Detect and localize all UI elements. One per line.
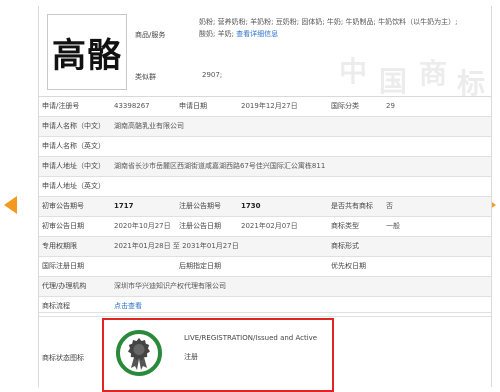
exclusive-period-label: 专用权期限	[42, 242, 77, 250]
reg-pub-no-label: 注册公告期号	[179, 202, 221, 210]
class-group-label: 类似群	[135, 73, 156, 81]
goods-label: 商品/服务	[135, 31, 166, 39]
row-applicant-en: 申请人名称（英文）	[39, 137, 491, 157]
award-seal-icon	[116, 330, 162, 376]
shared-value: 否	[386, 202, 393, 210]
status-highlight-box: LIVE/REGISTRATION/Issued and Active 注册	[102, 318, 334, 392]
row-intl-dates: 国际注册日期 后期指定日期 优先权日期	[39, 257, 491, 277]
applicant-cn-value: 湖南高骼乳业有限公司	[114, 122, 184, 130]
goods-line-2-text: 酸奶; 羊奶;	[199, 30, 237, 38]
pre-pub-date-value: 2020年10月27日	[114, 222, 171, 230]
later-date-label: 后期指定日期	[179, 262, 221, 270]
intl-reg-date-label: 国际注册日期	[42, 262, 84, 270]
prev-arrow-icon[interactable]	[4, 196, 17, 214]
watermark: 国	[379, 65, 408, 98]
reg-pub-date-value: 2021年02月07日	[241, 222, 298, 230]
trademark-header: 中 国 商 标 高骼 商品/服务 奶粉; 营养奶粉; 羊奶粉; 豆奶粉; 固体奶…	[39, 6, 491, 100]
applicant-cn-label: 申请人名称（中文）	[42, 122, 105, 130]
watermark: 中	[339, 55, 368, 88]
goods-line-2: 酸奶; 羊奶; 查看详细信息	[199, 28, 489, 40]
applicant-en-label: 申请人名称（英文）	[42, 142, 105, 150]
goods-detail-link[interactable]: 查看详细信息	[236, 30, 278, 38]
row-applicant-cn: 申请人名称（中文） 湖南高骼乳业有限公司	[39, 117, 491, 137]
reg-pub-date-label: 注册公告日期	[179, 222, 221, 230]
row-registration: 申请/注册号 43398267 申请日期 2019年12月27日 国际分类 29	[39, 97, 491, 117]
address-cn-label: 申请人地址（中文）	[42, 162, 105, 170]
watermark: 商	[419, 57, 448, 90]
reg-no-value: 43398267	[114, 102, 150, 110]
mark-form-label: 商标形式	[331, 242, 359, 250]
trademark-image: 高骼	[47, 14, 127, 90]
agency-value: 深圳市华兴迪知识产权代理有限公司	[114, 282, 226, 290]
app-date-value: 2019年12月27日	[241, 102, 298, 110]
status-text-en: LIVE/REGISTRATION/Issued and Active	[184, 334, 318, 342]
intl-class-value: 29	[386, 102, 395, 110]
mark-type-value: 一般	[386, 222, 400, 230]
reg-pub-no-value: 1730	[241, 202, 261, 210]
status-text-cn: 注册	[184, 353, 198, 361]
pre-pub-no-value: 1717	[114, 202, 134, 210]
address-cn-value: 湖南省长沙市岳麓区西湖街道咸嘉湖西路67号佳兴国际汇公寓栋811	[114, 162, 326, 170]
row-address-cn: 申请人地址（中文） 湖南省长沙市岳麓区西湖街道咸嘉湖西路67号佳兴国际汇公寓栋8…	[39, 157, 491, 177]
goods-list: 奶粉; 营养奶粉; 羊奶粉; 豆奶粉; 固体奶; 牛奶; 牛奶制品; 牛奶饮料（…	[199, 16, 489, 40]
goods-line-1: 奶粉; 营养奶粉; 羊奶粉; 豆奶粉; 固体奶; 牛奶; 牛奶制品; 牛奶饮料（…	[199, 18, 458, 26]
row-publication-no: 初审公告期号 1717 注册公告期号 1730 是否共有商标 否	[39, 197, 491, 217]
reg-no-label: 申请/注册号	[42, 102, 80, 110]
pre-pub-date-label: 初审公告日期	[42, 222, 84, 230]
row-address-en: 申请人地址（英文）	[39, 177, 491, 197]
class-group-value: 2907;	[202, 71, 223, 79]
address-en-label: 申请人地址（英文）	[42, 182, 105, 190]
watermark: 标	[457, 67, 486, 100]
exclusive-period-value: 2021年01月28日 至 2031年01月27日	[114, 242, 239, 250]
row-exclusive-period: 专用权期限 2021年01月28日 至 2031年01月27日 商标形式	[39, 237, 491, 257]
row-agency: 代理/办理机构 深圳市华兴迪知识产权代理有限公司	[39, 277, 491, 297]
priority-date-label: 优先权日期	[331, 262, 366, 270]
trademark-detail-panel: 中 国 商 标 高骼 商品/服务 奶粉; 营养奶粉; 羊奶粉; 豆奶粉; 固体奶…	[38, 6, 492, 392]
pre-pub-no-label: 初审公告期号	[42, 202, 84, 210]
row-publication-date: 初审公告日期 2020年10月27日 注册公告日期 2021年02月07日 商标…	[39, 217, 491, 237]
app-date-label: 申请日期	[179, 102, 207, 110]
agency-label: 代理/办理机构	[42, 282, 87, 290]
mark-type-label: 商标类型	[331, 222, 359, 230]
intl-class-label: 国际分类	[331, 102, 359, 110]
status-label: 商标状态图标	[42, 354, 84, 362]
row-status: 商标状态图标 LIVE/REGISTRATION/Issued and Acti…	[39, 312, 491, 392]
shared-label: 是否共有商标	[331, 202, 373, 210]
trademark-logo-text: 高骼	[52, 35, 122, 76]
